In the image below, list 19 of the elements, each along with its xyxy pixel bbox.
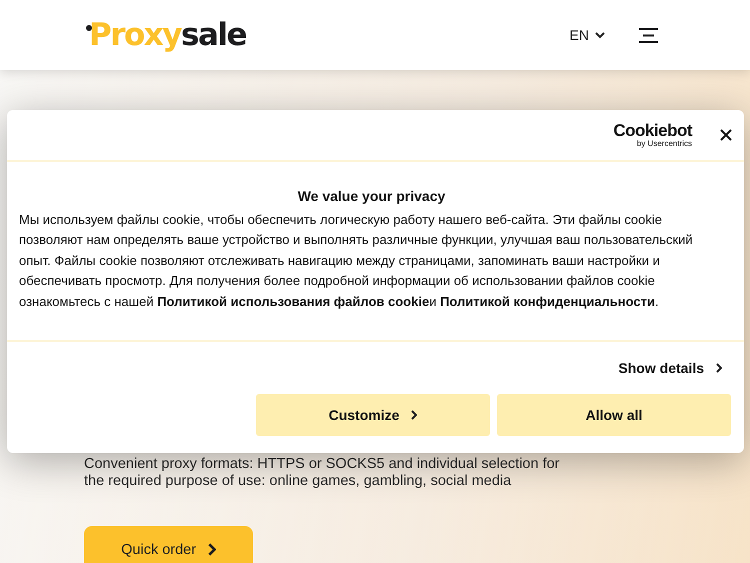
brand-byline: by Usercentrics: [636, 140, 692, 148]
chevron-icon: [208, 543, 216, 556]
dialog-title: We value your privacy: [296, 188, 446, 204]
customize-button[interactable]: Customize: [256, 394, 490, 436]
show-details-button[interactable]: Show details: [618, 360, 722, 376]
policy-link[interactable]: Политикой использования файлов cookie: [157, 294, 430, 309]
chevron-icon: [411, 410, 418, 420]
chevron-icon: [716, 363, 722, 373]
policy-link[interactable]: Политикой конфиденциальности: [440, 294, 656, 309]
hero-description: Convenient proxy formats: HTTPS or SOCKS5 and individual selection for the required purpose of use: online games, gambling, social media: [84, 456, 560, 490]
cookie-notice-text: Мы используем файлы cookie, чтобы обеспечить логическую работу нашего веб-сайта. Эти файлы cookie позволяют нам определять ваше устройство и выполнять различные функции, улучшая ваш пользовательский опыт. Файлы cookie позволяют отслеживать навигацию между страницами, запоминать ваши настройки и обеспечивать просмотр. Для получения более подробной информации об использовании файлов cookie ознакомьтесь с нашей Политикой использования файлов cookieи Политикой конфиденциальности.: [19, 211, 694, 311]
quick-order-button[interactable]: Quick order: [84, 526, 253, 563]
close-button[interactable]: [720, 129, 732, 141]
allow-all-button[interactable]: Allow all: [497, 394, 731, 436]
language-selector[interactable]: EN: [570, 27, 605, 43]
chevron-down-icon: [595, 32, 605, 38]
brand-name: Cookiebot: [613, 122, 692, 139]
menu-icon[interactable]: [639, 28, 658, 42]
logo[interactable]: Proxysale: [86, 17, 246, 53]
